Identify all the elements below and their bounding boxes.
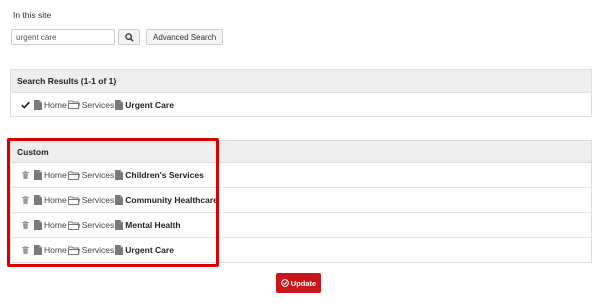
checkmark-icon[interactable] [19,101,31,109]
highlight-box [7,138,219,267]
update-label: Update [290,278,317,288]
folder-icon [67,100,80,109]
result-row[interactable]: Home Services Urgent Care [11,93,591,116]
scope-label: In this site [13,10,52,20]
breadcrumb-services[interactable]: Services [82,100,115,110]
advanced-search-button[interactable]: Advanced Search [146,29,224,45]
update-button[interactable]: Update [276,273,321,293]
search-icon [124,32,134,42]
circle-check-icon [280,279,289,287]
search-bar: Advanced Search [11,29,224,45]
breadcrumb: Home Services Urgent Care [33,99,174,110]
page-icon [34,99,42,110]
search-button[interactable] [118,29,140,45]
search-results-header: Search Results (1-1 of 1) [11,70,591,93]
breadcrumb-home[interactable]: Home [44,100,67,110]
page-icon [115,99,124,110]
breadcrumb-leaf[interactable]: Urgent Care [125,100,174,110]
search-results-panel: Search Results (1-1 of 1) Home Services Ur… [10,69,592,117]
search-input[interactable] [11,29,115,45]
